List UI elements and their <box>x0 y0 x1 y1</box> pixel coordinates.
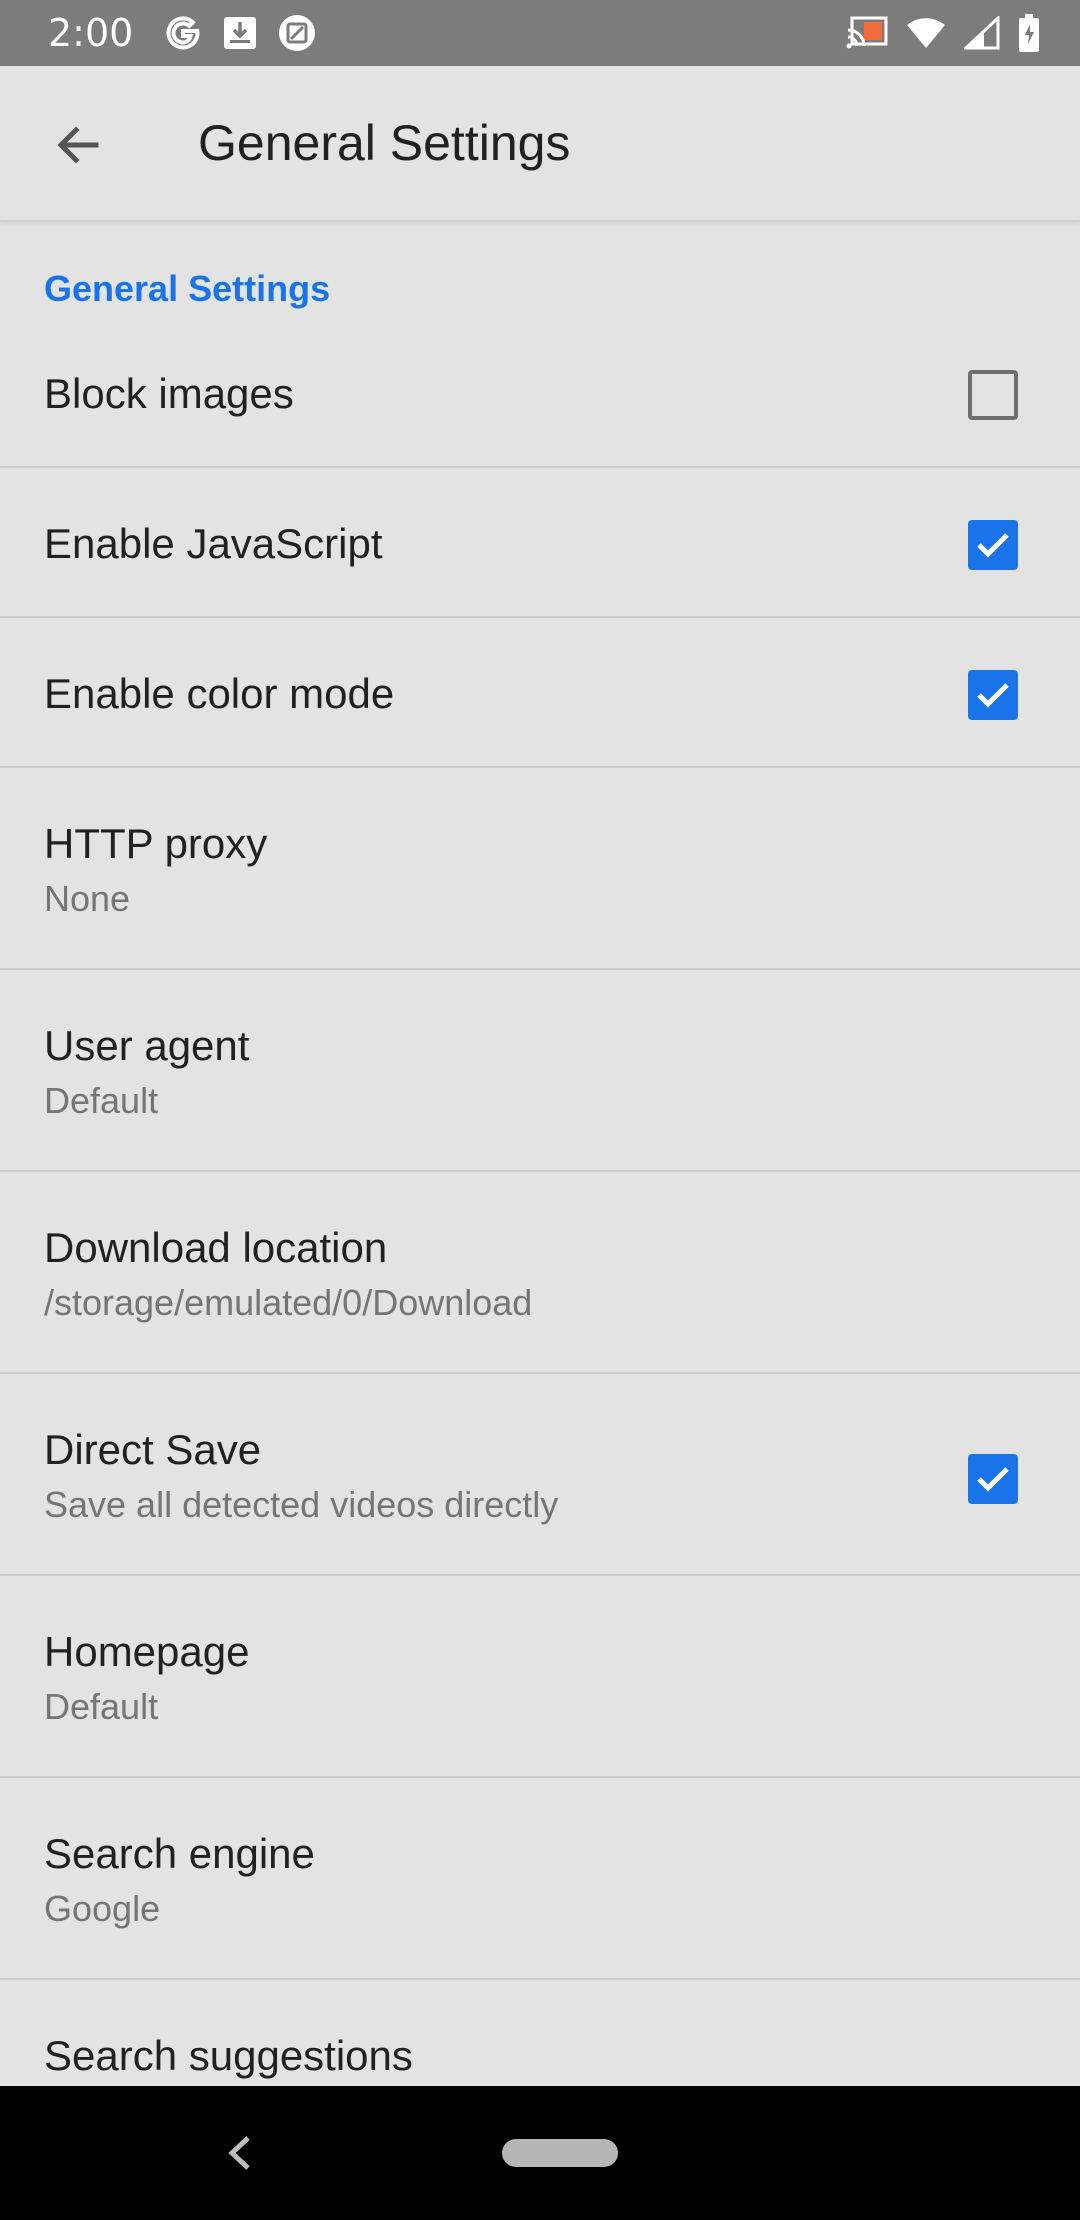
setting-title: Search engine <box>44 1830 315 1877</box>
check-icon <box>977 533 1009 558</box>
setting-enable-color-mode[interactable]: Enable color mode <box>0 618 1080 768</box>
status-right-icons <box>846 14 1040 52</box>
setting-search-engine[interactable]: Search engine Google <box>0 1778 1080 1980</box>
setting-subtitle: Default <box>44 1686 159 1727</box>
setting-homepage[interactable]: Homepage Default <box>0 1576 1080 1778</box>
wifi-icon <box>906 16 946 50</box>
status-left-icons <box>163 13 317 53</box>
setting-subtitle: Google <box>44 1888 161 1929</box>
setting-subtitle: Save all detected videos directly <box>44 1484 559 1525</box>
status-time: 2:00 <box>48 11 134 55</box>
download-icon <box>221 14 259 52</box>
setting-block-images[interactable]: Block images <box>0 312 1080 468</box>
check-icon <box>977 683 1009 708</box>
setting-direct-save[interactable]: Direct Save Save all detected videos dir… <box>0 1374 1080 1576</box>
setting-http-proxy[interactable]: HTTP proxy None <box>0 768 1080 970</box>
page-title: General Settings <box>198 115 571 171</box>
setting-title: Enable JavaScript <box>44 520 383 567</box>
setting-search-suggestions[interactable]: Search suggestions <box>0 1980 1080 2086</box>
check-icon <box>977 1467 1009 1492</box>
app-bar: General Settings <box>0 66 1080 222</box>
cast-icon <box>846 16 888 50</box>
setting-title: HTTP proxy <box>44 820 268 867</box>
setting-title: Download location <box>44 1224 388 1271</box>
battery-icon <box>1018 14 1040 52</box>
setting-title: Direct Save <box>44 1426 262 1473</box>
nav-back-icon[interactable] <box>220 2130 260 2176</box>
setting-subtitle: None <box>44 878 131 919</box>
arrow-back-icon <box>57 126 99 164</box>
setting-enable-javascript[interactable]: Enable JavaScript <box>0 468 1080 618</box>
settings-list[interactable]: General Settings Block images Enable Jav… <box>0 222 1080 2086</box>
block-images-checkbox[interactable] <box>968 370 1018 420</box>
setting-title: Block images <box>44 370 294 417</box>
enable-javascript-checkbox[interactable] <box>968 520 1018 570</box>
setting-title: Enable color mode <box>44 670 395 717</box>
nav-home-button[interactable] <box>502 2139 618 2167</box>
setting-title: Homepage <box>44 1628 250 1675</box>
status-bar: 2:00 <box>0 0 1080 66</box>
setting-user-agent[interactable]: User agent Default <box>0 970 1080 1172</box>
setting-download-location[interactable]: Download location /storage/emulated/0/Do… <box>0 1172 1080 1374</box>
enable-color-mode-checkbox[interactable] <box>968 670 1018 720</box>
google-icon <box>163 13 203 53</box>
setting-title: Search suggestions <box>44 2032 413 2079</box>
back-button[interactable] <box>42 110 112 180</box>
setting-subtitle: /storage/emulated/0/Download <box>44 1282 533 1323</box>
setting-title: User agent <box>44 1022 250 1069</box>
signal-icon <box>964 16 1000 50</box>
setting-subtitle: Default <box>44 1080 159 1121</box>
direct-save-checkbox[interactable] <box>968 1454 1018 1504</box>
screenshot-icon <box>277 13 317 53</box>
section-header: General Settings <box>44 268 331 309</box>
navigation-bar <box>0 2086 1080 2220</box>
